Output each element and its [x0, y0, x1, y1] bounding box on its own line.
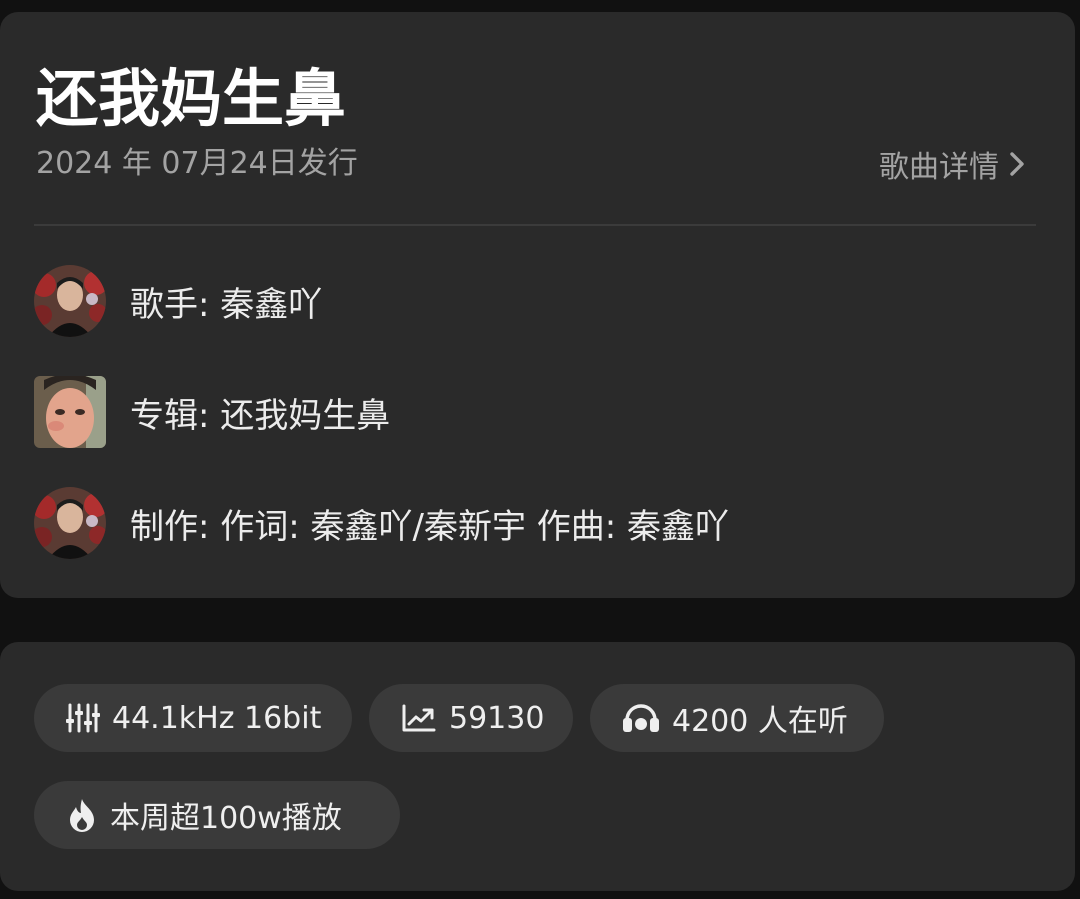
audio-quality-text: 44.1kHz 16bit	[112, 700, 322, 736]
album-cover	[34, 376, 106, 448]
trending-up-icon	[401, 703, 437, 733]
headphones-icon	[622, 702, 660, 734]
singer-row[interactable]: 歌手: 秦鑫吖	[34, 265, 322, 337]
song-info-card: 还我妈生鼻 2024 年 07月24日发行 歌曲详情 歌手: 秦鑫吖 专辑: 还…	[0, 12, 1075, 598]
equalizer-icon	[66, 702, 100, 734]
credits-row[interactable]: 制作: 作词: 秦鑫吖/秦新宇 作曲: 秦鑫吖	[34, 487, 729, 559]
weekly-plays-text: 本周超100w播放	[110, 801, 342, 836]
release-date: 2024 年 07月24日发行	[36, 146, 358, 181]
credits-avatar	[34, 487, 106, 559]
listeners-text: 4200 人在听	[672, 704, 848, 739]
weekly-plays-chip[interactable]: 本周超100w播放	[34, 781, 400, 849]
credits-text: 制作: 作词: 秦鑫吖/秦新宇 作曲: 秦鑫吖	[130, 506, 730, 547]
fire-icon	[66, 797, 98, 833]
audio-quality-chip[interactable]: 44.1kHz 16bit	[34, 684, 352, 752]
play-count-chip[interactable]: 59130	[369, 684, 573, 752]
divider	[34, 224, 1036, 226]
listeners-chip[interactable]: 4200 人在听	[590, 684, 884, 752]
album-row[interactable]: 专辑: 还我妈生鼻	[34, 376, 390, 448]
play-count-text: 59130	[449, 700, 545, 736]
album-text: 专辑: 还我妈生鼻	[130, 395, 391, 436]
singer-avatar	[34, 265, 106, 337]
song-stats-card: 44.1kHz 16bit 59130 4200 人在听 本周超100w播放	[0, 642, 1075, 891]
song-detail-label: 歌曲详情	[879, 150, 999, 185]
song-detail-link[interactable]: 歌曲详情	[879, 142, 1025, 186]
song-title: 还我妈生鼻	[36, 62, 347, 135]
singer-text: 歌手: 秦鑫吖	[130, 284, 323, 325]
chevron-right-icon	[1009, 151, 1025, 177]
